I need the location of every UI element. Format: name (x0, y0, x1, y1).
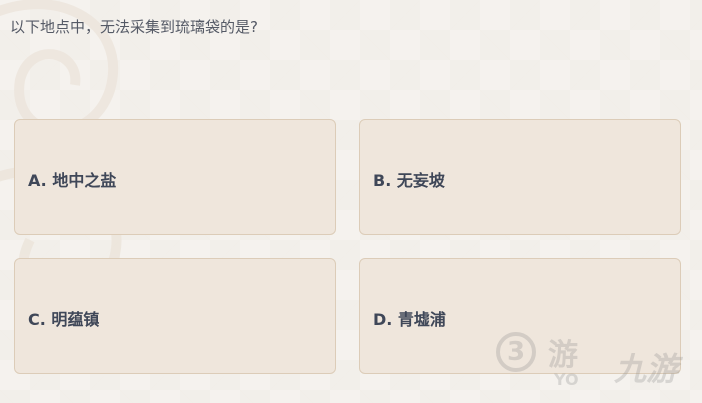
option-a-label: A. 地中之盐 (28, 171, 117, 190)
option-d-label: D. 青墟浦 (373, 310, 446, 329)
option-b-button[interactable]: B. 无妄坡 (359, 119, 681, 235)
answer-options: A. 地中之盐 B. 无妄坡 C. 明蕴镇 D. 青墟浦 (14, 119, 682, 376)
option-d-button[interactable]: D. 青墟浦 (359, 258, 681, 374)
option-a-button[interactable]: A. 地中之盐 (14, 119, 336, 235)
question-text: 以下地点中，无法采集到琉璃袋的是? (10, 18, 258, 36)
option-c-button[interactable]: C. 明蕴镇 (14, 258, 336, 374)
option-b-label: B. 无妄坡 (373, 171, 445, 190)
option-c-label: C. 明蕴镇 (28, 310, 100, 329)
